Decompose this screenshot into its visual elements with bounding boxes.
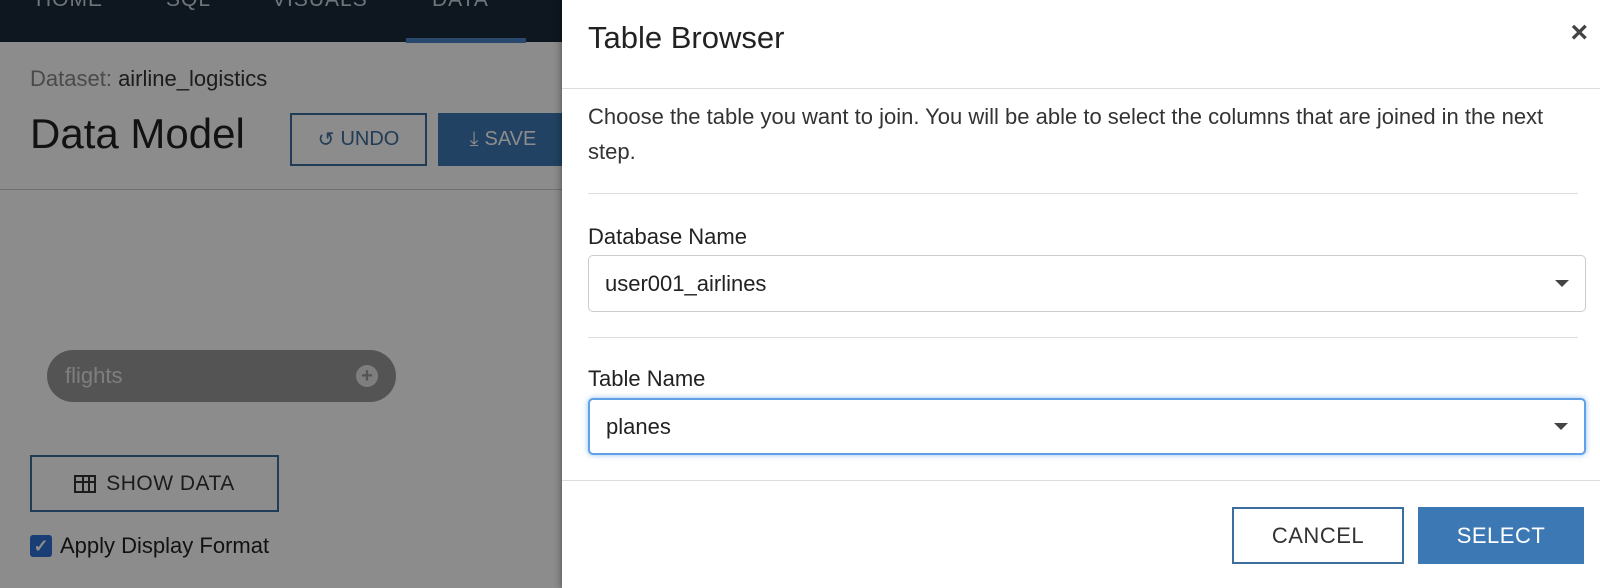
select-button[interactable]: SELECT — [1418, 507, 1584, 564]
caret-down-icon — [1554, 423, 1568, 430]
database-name-label: Database Name — [588, 224, 747, 249]
database-name-select[interactable]: user001_airlines — [588, 255, 1586, 312]
divider — [588, 193, 1578, 194]
table-browser-modal: Table Browser × Choose the table you wan… — [562, 0, 1600, 588]
modal-header-divider — [562, 88, 1600, 89]
modal-description: Choose the table you want to join. You w… — [588, 104, 1544, 164]
modal-title: Table Browser — [588, 20, 785, 55]
table-name-label: Table Name — [588, 366, 706, 391]
table-name-value: planes — [606, 413, 671, 439]
divider — [588, 337, 1578, 338]
database-name-value: user001_airlines — [605, 270, 767, 296]
close-icon[interactable]: × — [1570, 18, 1588, 48]
cancel-button[interactable]: CANCEL — [1232, 507, 1404, 564]
table-name-select[interactable]: planes — [588, 398, 1586, 455]
modal-footer-divider — [562, 480, 1600, 481]
caret-down-icon — [1555, 280, 1569, 287]
